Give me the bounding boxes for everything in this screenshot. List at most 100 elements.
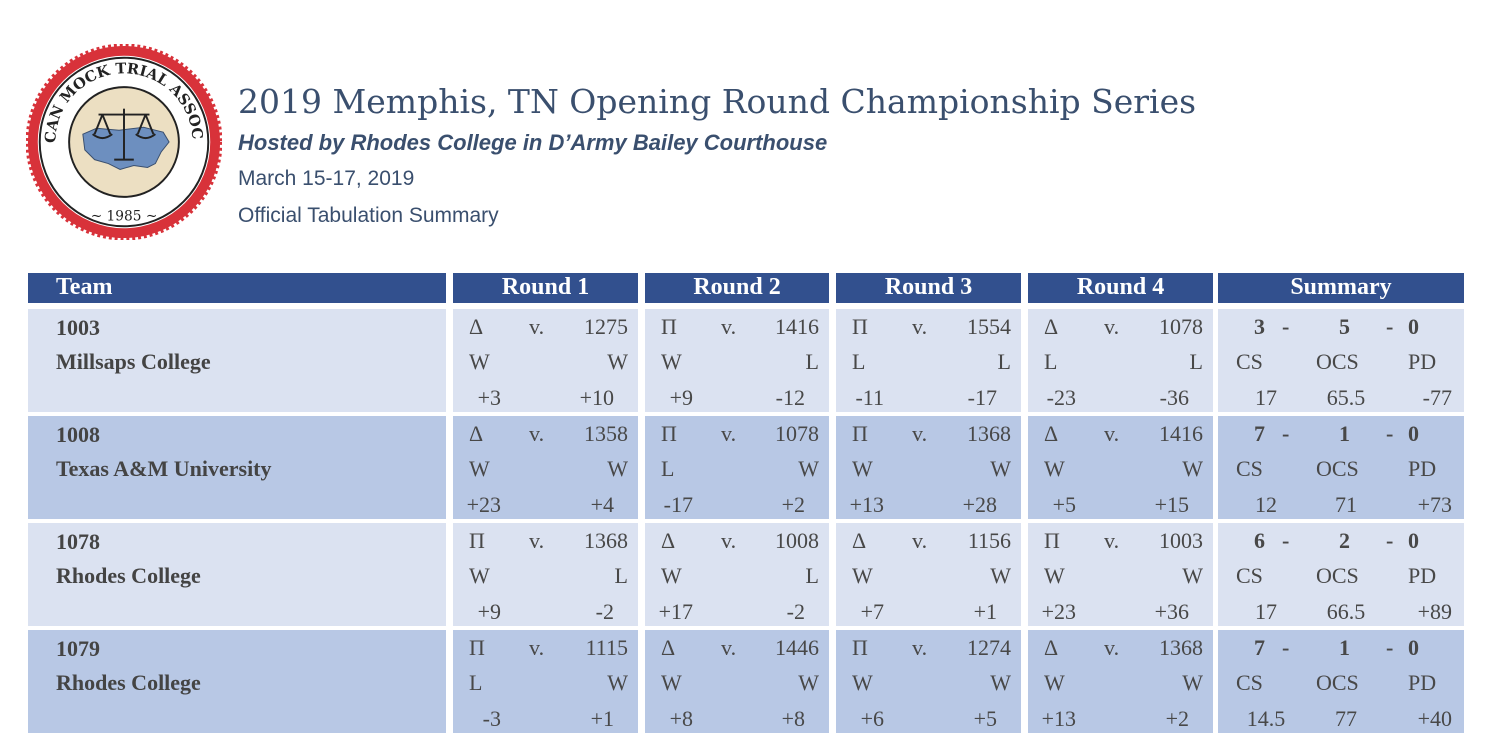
ballot-2-point-diff: +1 <box>973 599 997 624</box>
versus-label: v. <box>912 421 928 446</box>
ballot-2-point-diff: -36 <box>1159 385 1189 410</box>
ballot-2-result: W <box>1182 563 1203 588</box>
side-indicator: Π <box>1044 528 1060 553</box>
ballot-1-point-diff: +9 <box>477 599 501 624</box>
side-indicator: Δ <box>469 421 484 446</box>
side-indicator: Δ <box>1044 314 1059 339</box>
summary-cell: 7-1-0 CS OCS PD 14.5 77 +40 <box>1218 630 1464 733</box>
record-dash: - <box>1386 314 1394 339</box>
ballot-2-point-diff: +15 <box>1154 492 1189 517</box>
ballot-2-point-diff: +2 <box>781 492 805 517</box>
team-cell: 1078 Rhodes College <box>28 523 446 626</box>
record-dash: - <box>1386 635 1394 660</box>
record-dash: - <box>1386 528 1394 553</box>
side-indicator: Δ <box>469 314 484 339</box>
ballot-1-point-diff: +6 <box>860 706 884 731</box>
ballot-1-point-diff: +8 <box>669 706 693 731</box>
page-title: 2019 Memphis, TN Opening Round Champions… <box>238 82 1197 121</box>
ballot-1-point-diff: +17 <box>658 599 693 624</box>
ties-count: 0 <box>1408 314 1419 339</box>
ballot-1-point-diff: -3 <box>482 706 501 731</box>
versus-label: v. <box>721 421 737 446</box>
round-cell: Δv. 1156 W W +7 +1 <box>836 523 1021 626</box>
ballot-1-point-diff: +13 <box>1041 706 1076 731</box>
wins-count: 7 <box>1254 421 1265 446</box>
team-cell: 1079 Rhodes College <box>28 630 446 733</box>
ballot-2-point-diff: -2 <box>786 599 805 624</box>
ballot-2-result: W <box>607 670 628 695</box>
ballot-1-result: W <box>852 563 873 588</box>
ballot-1-point-diff: +3 <box>477 385 501 410</box>
versus-label: v. <box>721 314 737 339</box>
pd-label: PD <box>1408 349 1437 374</box>
losses-count: 1 <box>1339 421 1350 446</box>
versus-label: v. <box>529 314 545 339</box>
ballot-1-result: W <box>852 670 873 695</box>
side-indicator: Π <box>661 421 677 446</box>
ocs-value: 65.5 <box>1326 385 1366 410</box>
column-header-round-1: Round 1 <box>453 273 638 303</box>
round-cell: Δv. 1416 W W +5 +15 <box>1028 416 1213 519</box>
opponent-number: 1078 <box>1159 314 1203 339</box>
ballot-1-result: W <box>1044 670 1065 695</box>
ballot-2-point-diff: +1 <box>590 706 614 731</box>
opponent-number: 1156 <box>967 528 1011 553</box>
document-type: Official Tabulation Summary <box>238 204 499 227</box>
pd-value: +89 <box>1417 599 1452 624</box>
versus-label: v. <box>1104 421 1120 446</box>
ballot-1-point-diff: -17 <box>663 492 693 517</box>
ballot-1-point-diff: +23 <box>466 492 501 517</box>
ballot-1-point-diff: -23 <box>1046 385 1076 410</box>
team-name: Rhodes College <box>56 563 201 588</box>
ballot-2-point-diff: +5 <box>973 706 997 731</box>
round-cell: Πv. 1368 W W +13 +28 <box>836 416 1021 519</box>
pd-label: PD <box>1408 670 1437 695</box>
side-indicator: Π <box>469 635 485 660</box>
opponent-number: 1358 <box>584 421 628 446</box>
page-subtitle: Hosted by Rhodes College in D’Army Baile… <box>238 130 828 155</box>
team-number: 1078 <box>56 529 100 554</box>
ballot-2-result: W <box>1182 670 1203 695</box>
round-cell: Δv. 1358 W W +23 +4 <box>453 416 638 519</box>
cs-label: CS <box>1236 563 1263 588</box>
round-cell: Πv. 1115 L W -3 +1 <box>453 630 638 733</box>
round-cell: Πv. 1078 L W -17 +2 <box>645 416 829 519</box>
ballot-1-result: W <box>661 670 682 695</box>
round-cell: Δv. 1368 W W +13 +2 <box>1028 630 1213 733</box>
losses-count: 5 <box>1339 314 1350 339</box>
versus-label: v. <box>529 421 545 446</box>
side-indicator: Δ <box>852 528 867 553</box>
pd-value: +40 <box>1417 706 1452 731</box>
ballot-2-result: W <box>1182 456 1203 481</box>
round-cell: Πv. 1368 W L +9 -2 <box>453 523 638 626</box>
round-cell: Δv. 1008 W L +17 -2 <box>645 523 829 626</box>
ocs-label: OCS <box>1316 563 1359 588</box>
ballot-2-point-diff: +36 <box>1154 599 1189 624</box>
ballot-1-result: L <box>1044 349 1058 374</box>
opponent-number: 1078 <box>775 421 819 446</box>
ballot-2-result: W <box>990 563 1011 588</box>
round-cell: Δv. 1078 L L -23 -36 <box>1028 309 1213 412</box>
pd-label: PD <box>1408 563 1437 588</box>
versus-label: v. <box>1104 635 1120 660</box>
versus-label: v. <box>912 314 928 339</box>
summary-cell: 3-5-0 CS OCS PD 17 65.5 -77 <box>1218 309 1464 412</box>
opponent-number: 1008 <box>775 528 819 553</box>
summary-cell: 7-1-0 CS OCS PD 12 71 +73 <box>1218 416 1464 519</box>
ballot-2-result: W <box>607 456 628 481</box>
pd-value: -77 <box>1422 385 1452 410</box>
versus-label: v. <box>721 635 737 660</box>
round-cell: Δv. 1446 W W +8 +8 <box>645 630 829 733</box>
ballot-2-point-diff: +4 <box>590 492 614 517</box>
ballot-2-point-diff: -12 <box>775 385 805 410</box>
versus-label: v. <box>1104 314 1120 339</box>
ballot-2-point-diff: +28 <box>962 492 997 517</box>
column-header-summary: Summary <box>1218 273 1464 303</box>
opponent-number: 1368 <box>1159 635 1203 660</box>
wins-count: 3 <box>1254 314 1265 339</box>
opponent-number: 1115 <box>585 635 628 660</box>
versus-label: v. <box>1104 528 1120 553</box>
opponent-number: 1554 <box>967 314 1011 339</box>
ballot-1-point-diff: +9 <box>669 385 693 410</box>
cs-label: CS <box>1236 670 1263 695</box>
